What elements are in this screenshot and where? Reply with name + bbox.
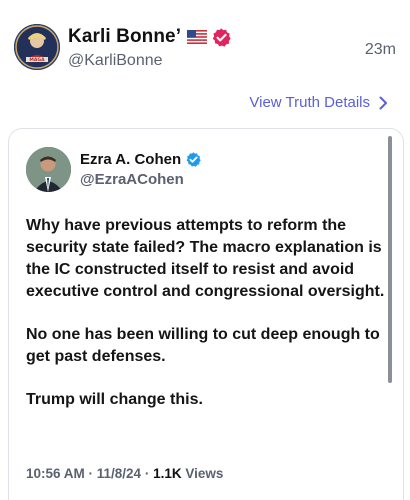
truth-post-view: MAGA Karli Bonne’ @KarliBonne 23m View T… — [0, 0, 410, 500]
post-header: MAGA Karli Bonne’ @KarliBonne 23m — [14, 24, 396, 74]
quoted-paragraph: Trump will change this. — [26, 391, 203, 408]
quoted-post-meta: 10:56 AM · 11/8/24 · 1.1K Views — [26, 466, 223, 481]
author-name-row: Karli Bonne’ — [68, 26, 231, 48]
view-truth-details-label: View Truth Details — [249, 94, 370, 111]
us-flag-icon — [187, 30, 208, 44]
author-avatar[interactable]: MAGA — [14, 24, 60, 70]
quoted-post-card[interactable]: Ezra A. Cohen @EzraACohen Why have previ… — [8, 128, 404, 500]
quoted-author-name-row: Ezra A. Cohen — [80, 151, 201, 168]
author-name[interactable]: Karli Bonne’ — [68, 26, 181, 48]
view-truth-details-link[interactable]: View Truth Details — [249, 94, 388, 111]
views-count: 1.1K — [153, 466, 182, 481]
quoted-author-name[interactable]: Ezra A. Cohen — [80, 151, 181, 168]
quoted-paragraph: No one has been willing to cut deep enou… — [26, 326, 380, 365]
verified-check-icon — [186, 152, 201, 167]
quoted-author-handle[interactable]: @EzraACohen — [80, 171, 184, 188]
quoted-author-avatar[interactable] — [26, 147, 71, 192]
views-label: Views — [181, 466, 224, 481]
quoted-post-text: Why have previous attempts to reform the… — [26, 215, 386, 432]
verified-badge-icon — [212, 27, 231, 47]
quoted-post-timestamp: 10:56 AM · 11/8/24 · — [26, 466, 154, 481]
chevron-right-icon — [379, 96, 388, 110]
svg-text:MAGA: MAGA — [29, 57, 45, 63]
quoted-paragraph: Why have previous attempts to reform the… — [26, 217, 385, 300]
scrollbar[interactable] — [388, 136, 392, 383]
author-handle[interactable]: @KarliBonne — [68, 52, 163, 70]
post-time: 23m — [364, 41, 396, 58]
